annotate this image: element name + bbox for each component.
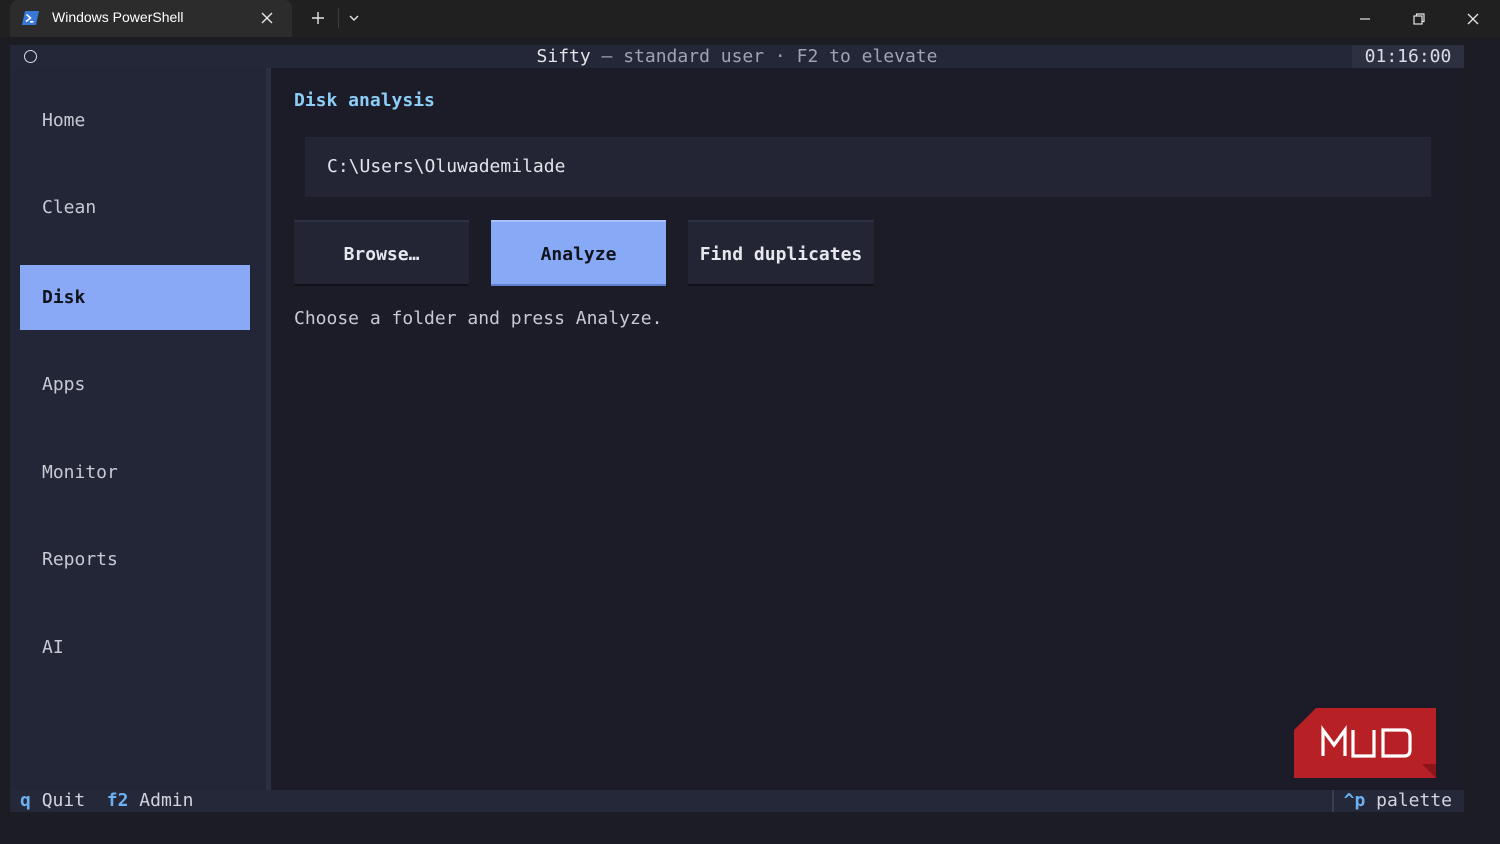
sidebar: Home Clean Disk Apps Monitor Reports AI bbox=[10, 68, 266, 790]
app-name: Sifty bbox=[536, 46, 591, 67]
folder-path-input[interactable] bbox=[305, 137, 1431, 197]
app-header: Sifty — standard user · F2 to elevate 01… bbox=[10, 45, 1464, 68]
footer-shortcuts: q Quit f2 Admin bbox=[20, 790, 193, 812]
tab-separator bbox=[338, 8, 339, 28]
footer-bar: q Quit f2 Admin ^p palette bbox=[10, 790, 1464, 812]
clock: 01:16:00 bbox=[1352, 45, 1464, 68]
title-bar: Windows PowerShell bbox=[0, 0, 1500, 37]
sidebar-item-disk[interactable]: Disk bbox=[20, 265, 250, 330]
sidebar-item-apps[interactable]: Apps bbox=[20, 352, 250, 417]
find-duplicates-button[interactable]: Find duplicates bbox=[688, 220, 874, 286]
restore-button[interactable] bbox=[1395, 0, 1443, 37]
quit-label[interactable]: Quit bbox=[42, 790, 85, 811]
analyze-button[interactable]: Analyze bbox=[491, 220, 666, 286]
minimize-button[interactable] bbox=[1341, 0, 1389, 37]
main-panel: Disk analysis Browse… Analyze Find dupli… bbox=[271, 68, 1464, 790]
new-tab-button[interactable] bbox=[306, 6, 330, 30]
quit-key[interactable]: q bbox=[20, 790, 31, 811]
status-message: Choose a folder and press Analyze. bbox=[294, 308, 663, 329]
sidebar-item-clean[interactable]: Clean bbox=[20, 175, 250, 240]
terminal-pane: Sifty — standard user · F2 to elevate 01… bbox=[10, 37, 1464, 812]
sidebar-item-reports[interactable]: Reports bbox=[20, 527, 250, 592]
sidebar-item-ai[interactable]: AI bbox=[20, 615, 250, 680]
plus-icon bbox=[312, 12, 324, 24]
restore-icon bbox=[1413, 12, 1425, 25]
muo-watermark-logo bbox=[1294, 708, 1436, 778]
sidebar-item-monitor[interactable]: Monitor bbox=[20, 440, 250, 505]
minimize-icon bbox=[1360, 17, 1370, 20]
tab-title: Windows PowerShell bbox=[52, 9, 184, 25]
tab-dropdown-button[interactable] bbox=[344, 6, 364, 30]
app-title: Sifty — standard user · F2 to elevate bbox=[10, 46, 1464, 67]
page-title: Disk analysis bbox=[294, 90, 435, 111]
tab-powershell[interactable]: Windows PowerShell bbox=[10, 0, 292, 37]
palette-label[interactable]: palette bbox=[1376, 790, 1452, 811]
sidebar-item-home[interactable]: Home bbox=[20, 88, 250, 153]
close-icon bbox=[1467, 13, 1479, 24]
powershell-icon bbox=[22, 11, 39, 25]
palette-key[interactable]: ^p bbox=[1344, 790, 1366, 811]
admin-label[interactable]: Admin bbox=[139, 790, 193, 811]
browse-button[interactable]: Browse… bbox=[294, 220, 469, 286]
footer-palette: ^p palette bbox=[1344, 790, 1452, 812]
close-tab-icon[interactable] bbox=[258, 9, 276, 27]
close-window-button[interactable] bbox=[1449, 0, 1497, 37]
admin-key[interactable]: f2 bbox=[107, 790, 129, 811]
chevron-down-icon bbox=[349, 15, 359, 21]
app-subtitle: — standard user · F2 to elevate bbox=[590, 46, 938, 67]
footer-divider bbox=[1332, 790, 1334, 812]
